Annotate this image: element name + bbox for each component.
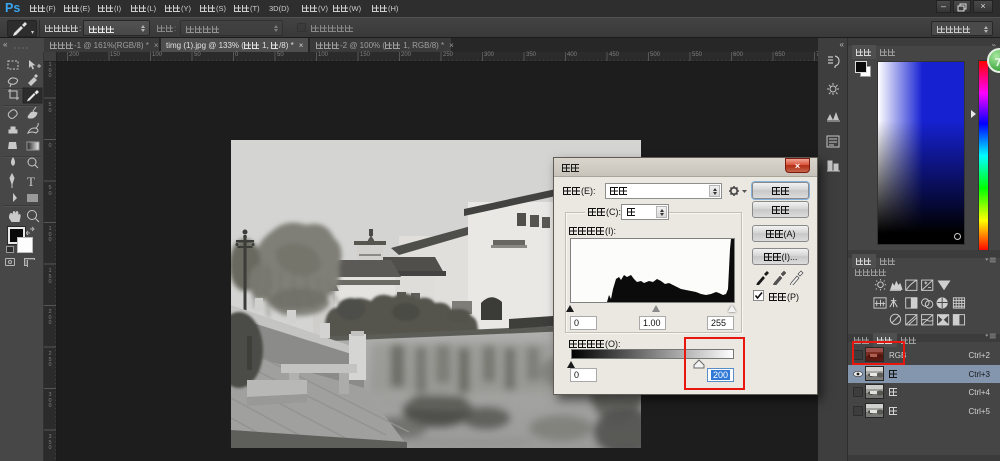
svg-text:T: T [27, 174, 35, 189]
